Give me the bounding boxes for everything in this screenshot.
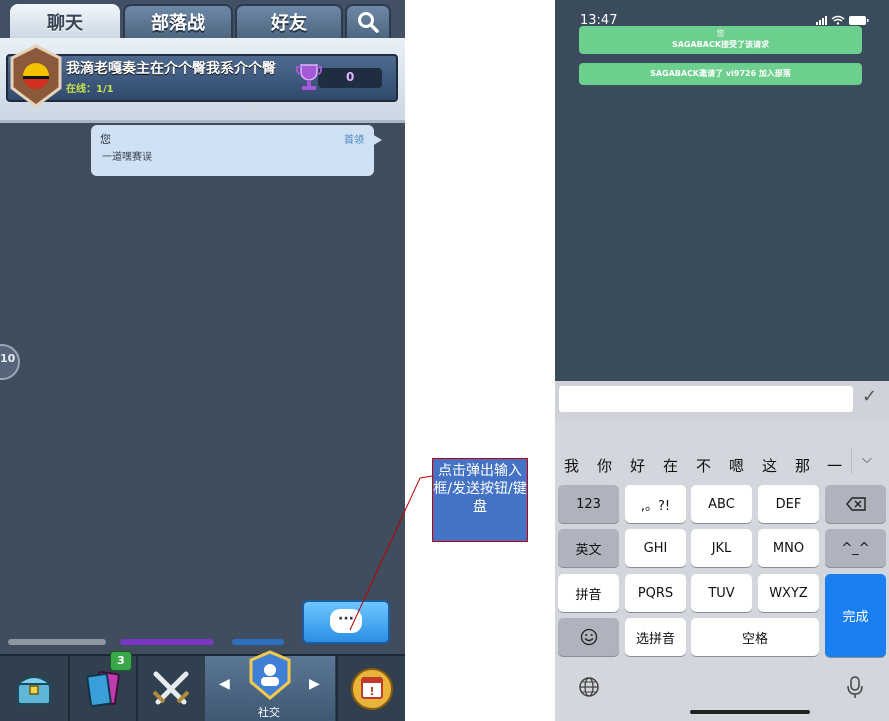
candidate-word[interactable]: 你 [597, 455, 612, 476]
done-key[interactable]: 完成 [825, 574, 886, 657]
key-ghi[interactable]: GHI [625, 529, 686, 567]
notification-title: 您 [716, 29, 725, 38]
key-mno[interactable]: MNO [758, 529, 819, 567]
smiley-icon [580, 628, 597, 646]
candidate-word[interactable]: 那 [795, 455, 810, 476]
globe-icon[interactable] [578, 676, 600, 703]
key-pqrs[interactable]: PQRS [625, 574, 686, 612]
candidate-divider [851, 448, 852, 474]
candidate-word[interactable]: 这 [762, 455, 777, 476]
annotation-callout: 点击弹出输入框/发送按钮/键盘 [432, 458, 528, 542]
key-jkl[interactable]: JKL [691, 529, 752, 567]
key-wxyz[interactable]: WXYZ [758, 574, 819, 612]
microphone-icon[interactable] [846, 676, 864, 705]
checkmark-icon[interactable]: ✓ [862, 386, 877, 407]
candidate-word[interactable]: 我 [564, 455, 579, 476]
notification-text: SAGABACK邀请了 vi9726 加入部落 [650, 69, 791, 78]
backspace-key[interactable] [825, 485, 886, 523]
backspace-icon [845, 497, 866, 511]
key-select-pinyin[interactable]: 选拼音 [625, 618, 686, 656]
notification-banner[interactable]: SAGABACK邀请了 vi9726 加入部落 [579, 63, 862, 85]
key-emoticon[interactable]: ^_^ [825, 529, 886, 567]
key-abc[interactable]: ABC [691, 485, 752, 523]
key-def[interactable]: DEF [758, 485, 819, 523]
notification-text: SAGABACK接受了该请求 [671, 40, 770, 49]
candidate-word[interactable]: 在 [663, 455, 678, 476]
key-pinyin[interactable]: 拼音 [558, 574, 619, 612]
key-english[interactable]: 英文 [558, 529, 619, 567]
phone-screen [555, 0, 889, 381]
emoji-key[interactable] [558, 618, 619, 656]
space-key[interactable]: 空格 [691, 618, 819, 656]
message-input[interactable] [559, 386, 853, 412]
chevron-down-icon[interactable]: ⌵ [862, 452, 872, 467]
candidate-word[interactable]: 一 [827, 455, 842, 476]
signal-wifi-battery-icon [816, 15, 869, 25]
candidate-word[interactable]: 好 [630, 455, 645, 476]
key-tuv[interactable]: TUV [691, 574, 752, 612]
key-punctuation[interactable]: ,。?! [625, 485, 686, 523]
home-indicator [690, 710, 810, 714]
key-123[interactable]: 123 [558, 485, 619, 523]
candidate-word[interactable]: 嗯 [729, 455, 744, 476]
notification-banner[interactable]: 您 SAGABACK接受了该请求 [579, 26, 862, 54]
candidate-word[interactable]: 不 [696, 455, 711, 476]
